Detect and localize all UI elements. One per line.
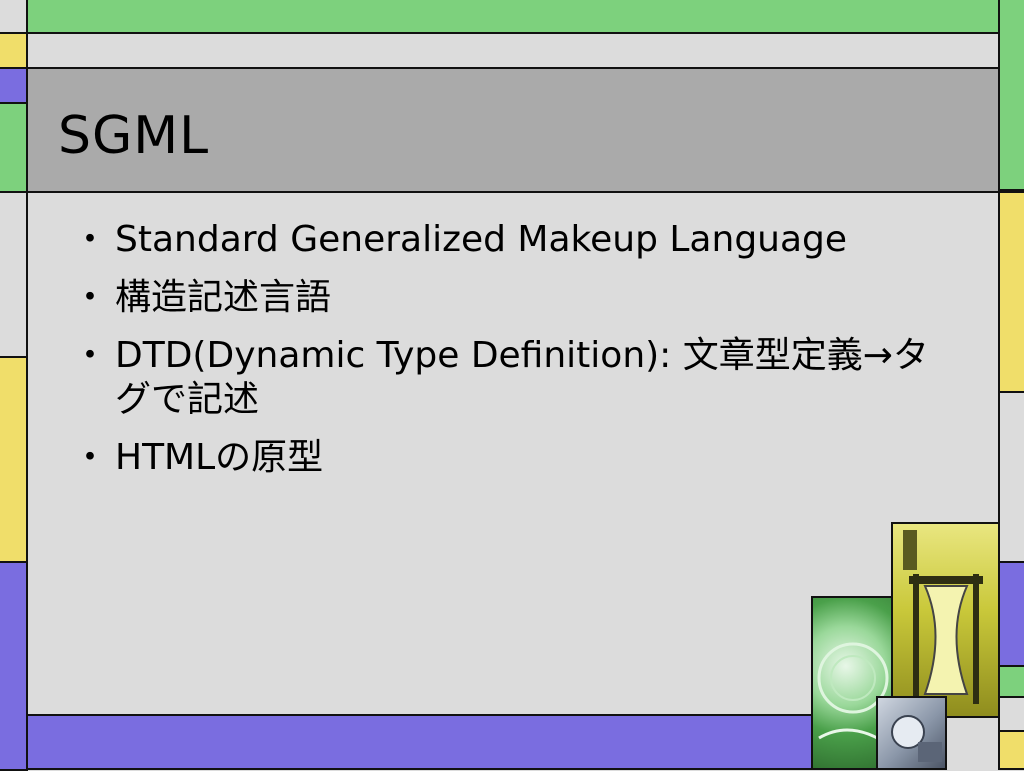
left-block-2 (0, 32, 28, 69)
right-block-7 (998, 730, 1024, 770)
right-block-4 (998, 561, 1024, 667)
top-gray-band (26, 32, 1000, 69)
left-block-7 (0, 561, 28, 771)
bullet-marker: ・ (72, 277, 109, 318)
left-block-6 (0, 356, 28, 563)
bullet-item: ・ HTMLの原型 (72, 436, 952, 480)
slide-title: SGML (58, 106, 210, 166)
bullet-item: ・ DTD(Dynamic Type Definition): 文章型定義→タグ… (72, 334, 952, 422)
left-block-3 (0, 67, 28, 104)
bullet-text: DTD(Dynamic Type Definition): 文章型定義→タグで記… (115, 335, 929, 420)
right-block-1 (998, 0, 1024, 191)
left-block-5 (0, 191, 28, 358)
decorative-gray-photo (876, 696, 947, 770)
bullet-item: ・ 構造記述言語 (72, 276, 952, 320)
bullet-marker: ・ (72, 335, 109, 376)
bullet-text: 構造記述言語 (115, 277, 332, 318)
left-block-4 (0, 102, 28, 193)
bullet-marker: ・ (72, 437, 109, 478)
bullet-list: ・ Standard Generalized Makeup Language ・… (72, 218, 952, 494)
decorative-hourglass-photo (891, 522, 1000, 718)
bullet-text: HTMLの原型 (115, 437, 324, 478)
bullet-text: Standard Generalized Makeup Language (115, 219, 848, 260)
bullet-marker: ・ (72, 219, 109, 260)
bullet-item: ・ Standard Generalized Makeup Language (72, 218, 952, 262)
right-block-2 (998, 191, 1024, 393)
bottom-purple-band (26, 714, 816, 770)
left-block-1 (0, 0, 28, 34)
right-block-6 (998, 696, 1024, 732)
right-block-3 (998, 391, 1024, 563)
right-block-5 (998, 665, 1024, 698)
top-green-band (26, 0, 1000, 34)
